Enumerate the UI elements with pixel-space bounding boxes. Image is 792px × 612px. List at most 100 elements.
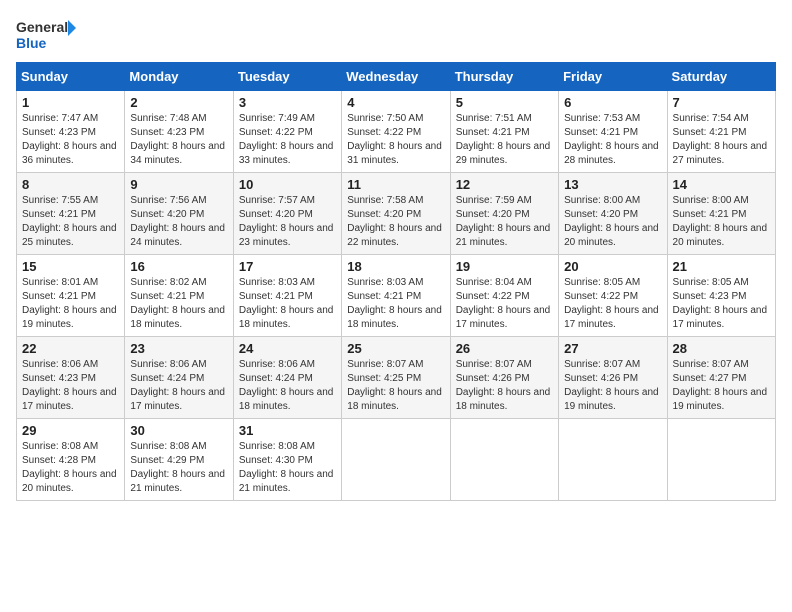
day-number: 9: [130, 177, 227, 192]
day-info: Sunrise: 7:56 AM Sunset: 4:20 PM Dayligh…: [130, 194, 227, 250]
calendar-day-cell: [667, 419, 775, 501]
day-number: 8: [22, 177, 119, 192]
day-number: 21: [673, 259, 770, 274]
day-info: Sunrise: 8:01 AM Sunset: 4:21 PM Dayligh…: [22, 276, 119, 332]
day-info: Sunrise: 8:03 AM Sunset: 4:21 PM Dayligh…: [239, 276, 336, 332]
calendar-day-cell: [342, 419, 450, 501]
calendar-day-cell: 30 Sunrise: 8:08 AM Sunset: 4:29 PM Dayl…: [125, 419, 233, 501]
day-number: 19: [456, 259, 553, 274]
day-number: 13: [564, 177, 661, 192]
calendar-week-row: 22 Sunrise: 8:06 AM Sunset: 4:23 PM Dayl…: [17, 337, 776, 419]
day-number: 14: [673, 177, 770, 192]
calendar-week-row: 29 Sunrise: 8:08 AM Sunset: 4:28 PM Dayl…: [17, 419, 776, 501]
calendar-day-cell: 14 Sunrise: 8:00 AM Sunset: 4:21 PM Dayl…: [667, 173, 775, 255]
calendar-day-cell: 21 Sunrise: 8:05 AM Sunset: 4:23 PM Dayl…: [667, 255, 775, 337]
svg-text:Blue: Blue: [16, 35, 47, 51]
day-number: 5: [456, 95, 553, 110]
calendar-day-cell: 3 Sunrise: 7:49 AM Sunset: 4:22 PM Dayli…: [233, 91, 341, 173]
day-info: Sunrise: 8:06 AM Sunset: 4:23 PM Dayligh…: [22, 358, 119, 414]
calendar-day-cell: 4 Sunrise: 7:50 AM Sunset: 4:22 PM Dayli…: [342, 91, 450, 173]
calendar-week-row: 1 Sunrise: 7:47 AM Sunset: 4:23 PM Dayli…: [17, 91, 776, 173]
calendar-day-cell: 6 Sunrise: 7:53 AM Sunset: 4:21 PM Dayli…: [559, 91, 667, 173]
calendar-day-cell: 26 Sunrise: 8:07 AM Sunset: 4:26 PM Dayl…: [450, 337, 558, 419]
day-info: Sunrise: 7:50 AM Sunset: 4:22 PM Dayligh…: [347, 112, 444, 168]
day-info: Sunrise: 8:07 AM Sunset: 4:26 PM Dayligh…: [456, 358, 553, 414]
calendar-day-cell: 23 Sunrise: 8:06 AM Sunset: 4:24 PM Dayl…: [125, 337, 233, 419]
day-number: 22: [22, 341, 119, 356]
day-info: Sunrise: 8:07 AM Sunset: 4:26 PM Dayligh…: [564, 358, 661, 414]
svg-text:General: General: [16, 19, 68, 35]
calendar-day-cell: 7 Sunrise: 7:54 AM Sunset: 4:21 PM Dayli…: [667, 91, 775, 173]
weekday-header-cell: Thursday: [450, 63, 558, 91]
day-info: Sunrise: 7:55 AM Sunset: 4:21 PM Dayligh…: [22, 194, 119, 250]
logo-svg: General Blue: [16, 16, 76, 54]
day-number: 11: [347, 177, 444, 192]
calendar-day-cell: 31 Sunrise: 8:08 AM Sunset: 4:30 PM Dayl…: [233, 419, 341, 501]
calendar-day-cell: 25 Sunrise: 8:07 AM Sunset: 4:25 PM Dayl…: [342, 337, 450, 419]
day-number: 2: [130, 95, 227, 110]
day-number: 20: [564, 259, 661, 274]
day-number: 6: [564, 95, 661, 110]
day-info: Sunrise: 8:02 AM Sunset: 4:21 PM Dayligh…: [130, 276, 227, 332]
weekday-header-cell: Friday: [559, 63, 667, 91]
calendar-day-cell: [450, 419, 558, 501]
day-number: 24: [239, 341, 336, 356]
day-number: 26: [456, 341, 553, 356]
calendar-day-cell: 28 Sunrise: 8:07 AM Sunset: 4:27 PM Dayl…: [667, 337, 775, 419]
calendar-day-cell: 1 Sunrise: 7:47 AM Sunset: 4:23 PM Dayli…: [17, 91, 125, 173]
day-info: Sunrise: 8:00 AM Sunset: 4:21 PM Dayligh…: [673, 194, 770, 250]
day-info: Sunrise: 8:06 AM Sunset: 4:24 PM Dayligh…: [130, 358, 227, 414]
calendar-day-cell: 12 Sunrise: 7:59 AM Sunset: 4:20 PM Dayl…: [450, 173, 558, 255]
calendar-day-cell: 19 Sunrise: 8:04 AM Sunset: 4:22 PM Dayl…: [450, 255, 558, 337]
weekday-header-cell: Monday: [125, 63, 233, 91]
calendar-day-cell: 13 Sunrise: 8:00 AM Sunset: 4:20 PM Dayl…: [559, 173, 667, 255]
day-number: 28: [673, 341, 770, 356]
day-number: 12: [456, 177, 553, 192]
day-number: 25: [347, 341, 444, 356]
weekday-header-cell: Wednesday: [342, 63, 450, 91]
day-number: 7: [673, 95, 770, 110]
day-info: Sunrise: 7:51 AM Sunset: 4:21 PM Dayligh…: [456, 112, 553, 168]
day-info: Sunrise: 8:05 AM Sunset: 4:23 PM Dayligh…: [673, 276, 770, 332]
day-info: Sunrise: 7:58 AM Sunset: 4:20 PM Dayligh…: [347, 194, 444, 250]
day-number: 3: [239, 95, 336, 110]
calendar-day-cell: 22 Sunrise: 8:06 AM Sunset: 4:23 PM Dayl…: [17, 337, 125, 419]
calendar-day-cell: 5 Sunrise: 7:51 AM Sunset: 4:21 PM Dayli…: [450, 91, 558, 173]
day-number: 16: [130, 259, 227, 274]
calendar-day-cell: 2 Sunrise: 7:48 AM Sunset: 4:23 PM Dayli…: [125, 91, 233, 173]
day-number: 4: [347, 95, 444, 110]
day-info: Sunrise: 8:08 AM Sunset: 4:29 PM Dayligh…: [130, 440, 227, 496]
day-info: Sunrise: 8:05 AM Sunset: 4:22 PM Dayligh…: [564, 276, 661, 332]
weekday-header-row: SundayMondayTuesdayWednesdayThursdayFrid…: [17, 63, 776, 91]
calendar-week-row: 8 Sunrise: 7:55 AM Sunset: 4:21 PM Dayli…: [17, 173, 776, 255]
day-info: Sunrise: 8:04 AM Sunset: 4:22 PM Dayligh…: [456, 276, 553, 332]
day-info: Sunrise: 7:47 AM Sunset: 4:23 PM Dayligh…: [22, 112, 119, 168]
calendar-day-cell: 18 Sunrise: 8:03 AM Sunset: 4:21 PM Dayl…: [342, 255, 450, 337]
day-number: 18: [347, 259, 444, 274]
day-number: 17: [239, 259, 336, 274]
day-number: 30: [130, 423, 227, 438]
day-number: 10: [239, 177, 336, 192]
calendar-day-cell: 16 Sunrise: 8:02 AM Sunset: 4:21 PM Dayl…: [125, 255, 233, 337]
calendar-day-cell: 9 Sunrise: 7:56 AM Sunset: 4:20 PM Dayli…: [125, 173, 233, 255]
calendar-day-cell: [559, 419, 667, 501]
calendar-table: SundayMondayTuesdayWednesdayThursdayFrid…: [16, 62, 776, 501]
weekday-header-cell: Tuesday: [233, 63, 341, 91]
day-number: 15: [22, 259, 119, 274]
day-info: Sunrise: 7:54 AM Sunset: 4:21 PM Dayligh…: [673, 112, 770, 168]
day-info: Sunrise: 7:48 AM Sunset: 4:23 PM Dayligh…: [130, 112, 227, 168]
day-number: 29: [22, 423, 119, 438]
calendar-day-cell: 8 Sunrise: 7:55 AM Sunset: 4:21 PM Dayli…: [17, 173, 125, 255]
day-number: 31: [239, 423, 336, 438]
day-info: Sunrise: 8:00 AM Sunset: 4:20 PM Dayligh…: [564, 194, 661, 250]
day-info: Sunrise: 8:06 AM Sunset: 4:24 PM Dayligh…: [239, 358, 336, 414]
logo: General Blue: [16, 16, 76, 54]
calendar-week-row: 15 Sunrise: 8:01 AM Sunset: 4:21 PM Dayl…: [17, 255, 776, 337]
calendar-day-cell: 20 Sunrise: 8:05 AM Sunset: 4:22 PM Dayl…: [559, 255, 667, 337]
day-number: 27: [564, 341, 661, 356]
calendar-day-cell: 15 Sunrise: 8:01 AM Sunset: 4:21 PM Dayl…: [17, 255, 125, 337]
weekday-header-cell: Saturday: [667, 63, 775, 91]
calendar-day-cell: 29 Sunrise: 8:08 AM Sunset: 4:28 PM Dayl…: [17, 419, 125, 501]
day-info: Sunrise: 7:59 AM Sunset: 4:20 PM Dayligh…: [456, 194, 553, 250]
page-header: General Blue: [16, 16, 776, 54]
